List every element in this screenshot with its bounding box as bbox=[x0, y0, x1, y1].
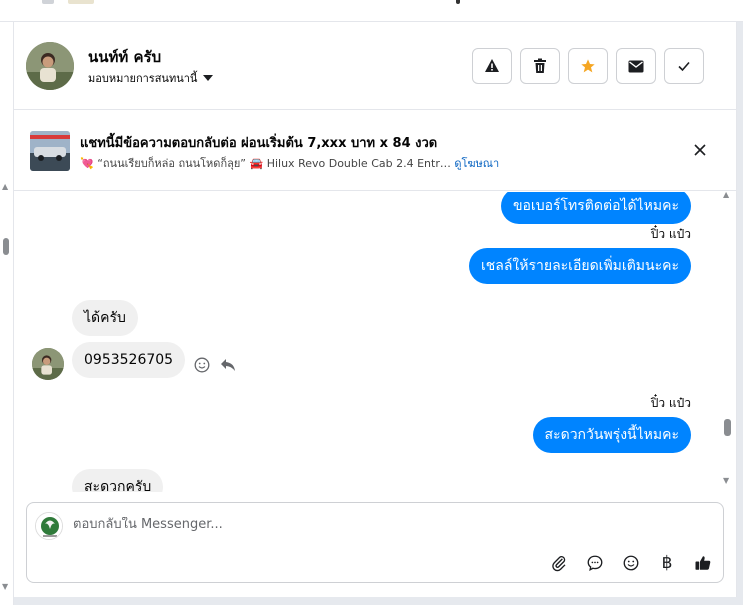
assign-label: มอบหมายการสนทนานี้ bbox=[88, 72, 198, 85]
ad-title: แชทนี้มีข้อความตอบกลับต่อ ผ่อนเริ่มต้น 7… bbox=[80, 136, 438, 151]
message-bubble-outgoing[interactable]: เชลล์ให้รายละเอียดเพิ่มเติมนะคะ bbox=[468, 248, 691, 284]
sender-name: ปิ๋ว แป๋ว bbox=[650, 227, 691, 241]
thread-scrollbar[interactable]: ▲ ▼ bbox=[721, 190, 735, 490]
mark-done-button[interactable] bbox=[664, 48, 704, 84]
close-ad-button[interactable] bbox=[690, 140, 710, 160]
trash-icon bbox=[534, 58, 546, 73]
ad-thumbnail bbox=[30, 131, 70, 171]
message-actions bbox=[194, 357, 236, 373]
message-bubble-outgoing[interactable]: สะดวกวันพรุ่งนี้ไหมคะ bbox=[532, 417, 691, 453]
like-button[interactable] bbox=[691, 551, 715, 575]
scroll-up-icon[interactable]: ▲ bbox=[723, 190, 729, 199]
header-actions bbox=[472, 48, 704, 84]
scroll-thumb[interactable] bbox=[3, 238, 9, 255]
saved-replies-button[interactable] bbox=[583, 551, 607, 575]
ad-model: Hilux Revo Double Cab 2.4 Entr… bbox=[266, 157, 451, 170]
composer-tools: ฿ bbox=[547, 551, 715, 575]
emoji-icon bbox=[623, 555, 639, 571]
avatar[interactable] bbox=[26, 42, 74, 90]
ad-context-bar: แชทนี้มีข้อความตอบกลับต่อ ผ่อนเริ่มต้น 7… bbox=[14, 111, 737, 191]
check-icon bbox=[678, 61, 690, 72]
top-fragment bbox=[68, 0, 94, 4]
star-button[interactable] bbox=[568, 48, 608, 84]
top-fragment bbox=[456, 0, 460, 4]
left-scrollbar[interactable]: ▲ ▼ bbox=[0, 22, 14, 605]
car-icon: 🚘 bbox=[249, 157, 264, 170]
mark-unread-button[interactable] bbox=[616, 48, 656, 84]
sender-name: ปิ๋ว แป๋ว bbox=[650, 396, 691, 410]
warning-icon bbox=[485, 59, 499, 72]
star-icon bbox=[581, 59, 595, 73]
emoji-button[interactable] bbox=[619, 551, 643, 575]
scroll-thumb[interactable] bbox=[724, 419, 731, 436]
page-avatar bbox=[35, 512, 63, 540]
assign-conversation-dropdown[interactable]: มอบหมายการสนทนานี้ bbox=[88, 69, 214, 87]
chat-bubble-icon bbox=[587, 555, 603, 572]
chevron-down-icon bbox=[203, 75, 214, 81]
reply-composer: ฿ bbox=[26, 502, 724, 583]
top-strip bbox=[0, 0, 743, 22]
view-ad-link[interactable]: ดูโฆษณา bbox=[454, 157, 499, 170]
close-icon bbox=[694, 144, 706, 156]
paperclip-icon bbox=[552, 556, 566, 572]
attach-button[interactable] bbox=[547, 551, 571, 575]
message-thread: ขอเบอร์โทรติดต่อได้ไหมคะ ปิ๋ว แป๋ว เชลล์… bbox=[14, 192, 737, 492]
heart-icon: 💘 bbox=[80, 157, 94, 170]
message-bubble-outgoing[interactable]: ขอเบอร์โทรติดต่อได้ไหมคะ bbox=[500, 192, 691, 224]
ad-tagline: “ถนนเรียบก็หล่อ ถนนโหดก็ลุย” bbox=[97, 157, 246, 170]
conversation-header: นนท์ท์ ครับ มอบหมายการสนทนานี้ bbox=[14, 22, 737, 110]
thumbs-up-icon bbox=[695, 556, 711, 570]
top-fragment bbox=[42, 0, 54, 4]
scroll-down-icon[interactable]: ▼ bbox=[723, 476, 729, 485]
message-bubble-incoming[interactable]: สะดวกครับ bbox=[72, 469, 164, 492]
ad-subtitle: 💘 “ถนนเรียบก็หล่อ ถนนโหดก็ลุย” 🚘 Hilux R… bbox=[80, 154, 499, 172]
report-button[interactable] bbox=[472, 48, 512, 84]
scroll-down-icon[interactable]: ▼ bbox=[2, 582, 8, 591]
conversation-panel: นนท์ท์ ครับ มอบหมายการสนทนานี้ แชทนี้มีข… bbox=[14, 22, 737, 597]
message-bubble-incoming[interactable]: 0953526705 bbox=[72, 342, 186, 378]
scroll-up-icon[interactable]: ▲ bbox=[2, 182, 8, 191]
emoji-icon[interactable] bbox=[194, 357, 210, 373]
reply-icon[interactable] bbox=[220, 358, 236, 372]
payment-button[interactable]: ฿ bbox=[655, 551, 679, 575]
delete-button[interactable] bbox=[520, 48, 560, 84]
envelope-icon bbox=[628, 60, 644, 72]
message-bubble-incoming[interactable]: ได้ครับ bbox=[72, 300, 138, 336]
contact-name: นนท์ท์ ครับ bbox=[88, 48, 162, 66]
avatar bbox=[32, 348, 64, 380]
baht-icon: ฿ bbox=[661, 553, 673, 573]
reply-input[interactable] bbox=[73, 517, 633, 532]
